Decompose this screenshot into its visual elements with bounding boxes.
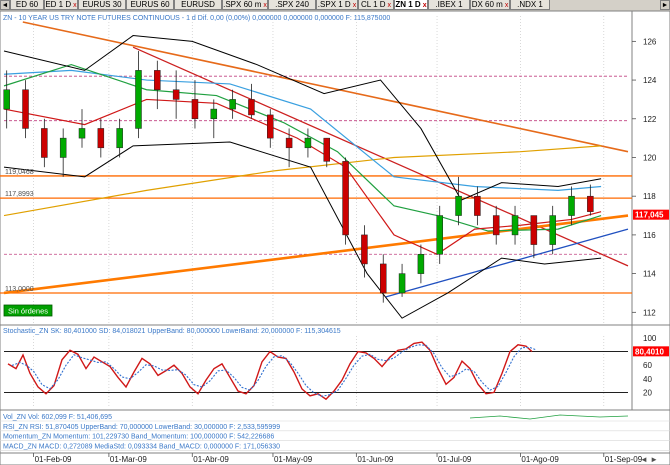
x-tick-label: 01-Ago-09 [521,455,559,464]
x-tick-label: 01-Abr-09 [193,455,229,464]
candle-body [587,195,594,212]
candle-body [361,234,368,265]
main-header: ZN - 10 YEAR US TRY NOTE FUTURES CONTINU… [3,15,390,22]
candle-body [511,215,519,236]
y-tick-label: 122 [643,115,657,124]
indicator-text: Momentum_ZN Momentum: 101,229730 Band_Mo… [3,434,274,441]
level-label: 113,0000 [5,286,34,293]
x-tick-label: 01-Mar-09 [110,455,147,464]
candle-body [59,137,67,158]
indicator-text: RSI_ZN RSI: 51,870405 UpperBand: 70,0000… [3,424,280,431]
stoch-last-label: 80,4010 [635,347,664,356]
x-tick-label: 01-Sep-09 [605,455,643,464]
x-tick-label: 01-Jul-09 [438,455,472,464]
candle-body [342,161,349,236]
x-tick-label: 01-Jun-09 [357,455,394,464]
candle-body [41,128,48,158]
main-panel [0,10,633,326]
y-tick-label: 116 [643,231,656,240]
indicator-text: Vol_ZN Vol: 602,099 F: 51,406,695 [3,414,112,421]
y-tick-label: 112 [643,308,656,317]
candle-body [3,89,10,110]
stoch-panel [0,324,633,411]
candle-body [135,70,142,129]
candle-body [172,89,180,100]
candle-body [191,99,199,120]
candle-body [210,108,218,120]
stoch-header: Stochastic_ZN SK: 80,401000 SD: 84,01802… [3,328,341,335]
candle-body [474,195,481,216]
x-tick-label: 01-Feb-09 [35,455,72,464]
y-tick-label: 120 [643,153,657,162]
candle-body [417,254,425,274]
candle-body [78,128,86,139]
candle-body [549,215,556,245]
y-tick-label: 114 [643,270,656,279]
candle-body [229,99,236,110]
price-chart: ZN - 10 YEAR US TRY NOTE FUTURES CONTINU… [0,10,670,465]
candle-body [154,70,161,90]
stoch-tick-label: 20 [643,388,652,397]
y-tick-label: 126 [643,37,657,46]
candle-body [455,195,462,216]
x-tick-label: 01-May-09 [274,455,313,464]
time-axis [0,452,670,465]
candle-body [568,195,575,216]
candle-body [97,128,105,149]
indicator-text: MACD_ZN MACD: 0,272089 MediaStd: 0,09333… [3,443,280,450]
y-tick-label: 118 [643,192,656,201]
candle-body [436,215,443,255]
candle-body [22,89,29,129]
candle-body [398,273,406,294]
stoch-tick-label: 40 [643,375,652,384]
candle-body [304,137,312,149]
candle-body [248,99,255,116]
no-orders-badge-label: Sin órdenes [8,307,48,316]
level-label: 117,8993 [5,191,34,198]
candle-body [379,263,387,294]
candle-body [285,137,293,149]
level-label: 119,0468 [5,169,34,176]
candle-body [116,128,123,149]
candle-body [323,137,331,162]
scroll-arrows-icon[interactable]: ◄ ► [640,455,658,464]
last-price-label: 117,045 [635,211,664,220]
candle-body [267,114,274,139]
candle-body [530,215,538,245]
stoch-tick-label: 100 [643,334,657,343]
candle-body [492,215,500,236]
stoch-tick-label: 60 [643,361,652,370]
y-tick-label: 124 [643,76,657,85]
